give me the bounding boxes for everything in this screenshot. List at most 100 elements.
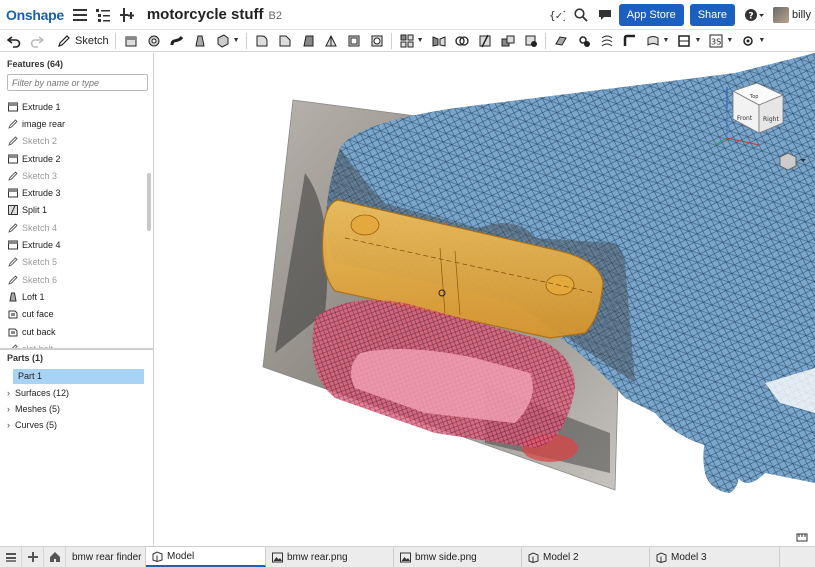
feature-list-item[interactable]: Split 1 bbox=[0, 202, 147, 219]
feature-list-item[interactable]: Extrude 3 bbox=[0, 184, 147, 201]
feature-list-item[interactable]: Sketch 2 bbox=[0, 133, 147, 150]
fillet-icon[interactable] bbox=[254, 33, 270, 49]
tab-manager-icon[interactable] bbox=[0, 547, 22, 567]
delete-part-icon[interactable] bbox=[523, 33, 539, 49]
share-button[interactable]: Share bbox=[689, 4, 736, 26]
insert-icon[interactable] bbox=[119, 7, 135, 23]
feature-list-item[interactable]: Sketch 6 bbox=[0, 271, 147, 288]
tab-label: Model 3 bbox=[671, 551, 707, 563]
onshape-logo[interactable]: Onshape bbox=[6, 7, 64, 23]
mirror-icon[interactable] bbox=[431, 33, 447, 49]
frame-icon[interactable] bbox=[676, 33, 692, 49]
thicken-icon[interactable] bbox=[215, 33, 231, 49]
toolbar-divider bbox=[544, 32, 546, 49]
feature-list-item[interactable]: Loft 1 bbox=[0, 288, 147, 305]
undo-icon[interactable] bbox=[6, 33, 22, 49]
document-title[interactable]: motorcycle stuff bbox=[147, 6, 264, 23]
3d-fit-icon[interactable]: 3S bbox=[708, 33, 724, 49]
redo-icon[interactable] bbox=[29, 33, 45, 49]
toolbar-divider bbox=[245, 32, 247, 49]
chevron-down-icon[interactable]: ▼ bbox=[694, 37, 701, 44]
tab-model-2[interactable]: Model 2 bbox=[522, 547, 650, 567]
meshes-group[interactable]: › Meshes (5) bbox=[7, 404, 60, 414]
pencil-icon bbox=[58, 34, 70, 47]
image-icon bbox=[272, 552, 283, 563]
tab-bar: bmw rear finder Model bmw rear.png bmw side… bbox=[0, 546, 815, 567]
feature-list-item[interactable]: Extrude 1 bbox=[0, 98, 147, 115]
tab-label: bmw rear.png bbox=[287, 551, 348, 563]
part-studio-icon bbox=[152, 550, 163, 562]
user-name: billy bbox=[792, 9, 811, 21]
code-icon[interactable]: {✓} bbox=[549, 7, 565, 23]
add-tab-icon[interactable] bbox=[22, 547, 44, 567]
tab-bmw-rear-finder[interactable]: bmw rear finder bbox=[66, 547, 146, 567]
tab-model[interactable]: Model bbox=[146, 547, 266, 567]
revolve-icon[interactable] bbox=[146, 33, 162, 49]
feature-label: Sketch 3 bbox=[22, 170, 58, 181]
chevron-down-icon[interactable]: ▼ bbox=[726, 37, 733, 44]
chevron-down-icon[interactable]: ▼ bbox=[758, 37, 765, 44]
split-icon[interactable] bbox=[477, 33, 493, 49]
feature-label: cut back bbox=[22, 326, 56, 337]
feature-list-item[interactable]: Extrude 4 bbox=[0, 236, 147, 253]
feature-list-item[interactable]: cut face bbox=[0, 306, 147, 323]
feature-list-item[interactable]: Extrude 2 bbox=[0, 150, 147, 167]
surfaces-group[interactable]: › Surfaces (12) bbox=[7, 388, 69, 398]
search-icon[interactable] bbox=[573, 7, 589, 23]
features-title: Features (64) bbox=[7, 59, 64, 69]
chevron-down-icon[interactable]: ▼ bbox=[417, 37, 424, 44]
feature-list-item[interactable]: Sketch 5 bbox=[0, 254, 147, 271]
part-studio-icon bbox=[656, 551, 667, 563]
svg-text:3S: 3S bbox=[711, 37, 721, 46]
curves-group[interactable]: › Curves (5) bbox=[7, 420, 57, 430]
loft-icon[interactable] bbox=[192, 33, 208, 49]
chevron-down-icon[interactable]: ▼ bbox=[663, 37, 670, 44]
helix-icon[interactable] bbox=[599, 33, 615, 49]
mate-connector-icon[interactable] bbox=[576, 33, 592, 49]
sweep-icon[interactable] bbox=[169, 33, 185, 49]
chamfer-icon[interactable] bbox=[277, 33, 293, 49]
view-options-icon[interactable] bbox=[740, 33, 756, 49]
document-tabs: bmw rear finder Model bmw rear.png bmw side… bbox=[66, 547, 780, 567]
hole-icon[interactable] bbox=[369, 33, 385, 49]
pattern-icon[interactable] bbox=[399, 33, 415, 49]
boolean-icon[interactable] bbox=[454, 33, 470, 49]
header-actions: {✓} App Store Share ? billy bbox=[541, 0, 815, 30]
feature-filter-input[interactable] bbox=[7, 74, 148, 91]
chevron-down-icon[interactable]: ▼ bbox=[233, 37, 240, 44]
feature-list-item[interactable]: image rear bbox=[0, 115, 147, 132]
rib-icon[interactable] bbox=[323, 33, 339, 49]
sketch-button[interactable]: Sketch bbox=[57, 34, 109, 48]
chevron-right-icon: › bbox=[7, 420, 10, 430]
part-list-item[interactable]: Part 1 bbox=[13, 369, 144, 384]
comments-icon[interactable] bbox=[597, 7, 613, 23]
home-icon[interactable] bbox=[44, 547, 66, 567]
top-bar: Onshape motorcycle stuff B2 {✓} App Stor… bbox=[0, 0, 815, 30]
help-icon[interactable]: ? bbox=[743, 7, 765, 23]
sheet-metal-icon[interactable] bbox=[622, 33, 638, 49]
part-studio-icon bbox=[528, 551, 539, 563]
tab-model-3[interactable]: Model 3 bbox=[650, 547, 780, 567]
graphics-viewport[interactable]: Top Front Right bbox=[155, 53, 815, 546]
extrude-icon[interactable] bbox=[123, 33, 139, 49]
shell-icon[interactable] bbox=[346, 33, 362, 49]
feature-list-item[interactable]: Sketch 3 bbox=[0, 167, 147, 184]
measure-icon[interactable] bbox=[796, 533, 808, 542]
feature-list-scrollbar[interactable] bbox=[147, 173, 151, 231]
feature-list-icon[interactable] bbox=[95, 7, 111, 23]
feature-list-item[interactable]: Sketch 4 bbox=[0, 219, 147, 236]
tab-bmw-side-png[interactable]: bmw side.png bbox=[394, 547, 522, 567]
toolbar-divider bbox=[114, 32, 116, 49]
tab-bmw-rear-png[interactable]: bmw rear.png bbox=[266, 547, 394, 567]
plane-icon[interactable] bbox=[553, 33, 569, 49]
panel-divider[interactable] bbox=[0, 348, 154, 350]
draft-icon[interactable] bbox=[300, 33, 316, 49]
feature-list-item[interactable]: slot bolt bbox=[0, 340, 147, 348]
surface-icon[interactable] bbox=[645, 33, 661, 49]
app-store-button[interactable]: App Store bbox=[618, 4, 684, 26]
menu-icon[interactable] bbox=[72, 8, 87, 21]
feature-list-item[interactable]: cut back bbox=[0, 323, 147, 340]
user-menu[interactable]: billy bbox=[773, 7, 811, 23]
transform-icon[interactable] bbox=[500, 33, 516, 49]
feature-label: Sketch 2 bbox=[22, 136, 58, 147]
